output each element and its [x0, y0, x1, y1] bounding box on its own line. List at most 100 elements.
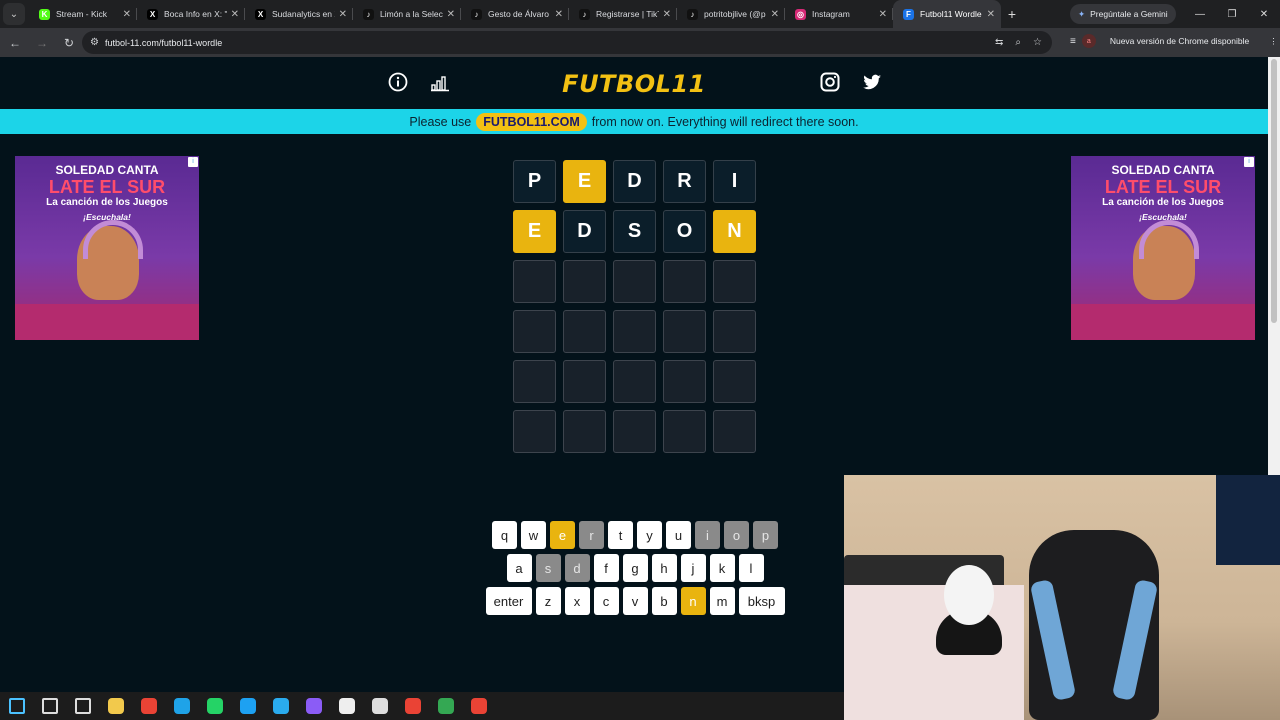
ad-left[interactable]: SOLEDAD CANTA LATE EL SUR La canción de …	[15, 156, 199, 340]
scrollbar-thumb[interactable]	[1271, 59, 1277, 323]
key-a[interactable]: a	[506, 554, 532, 582]
key-y[interactable]: y	[637, 521, 662, 549]
site-logo[interactable]: FUTBOL11	[0, 70, 1268, 98]
key-e[interactable]: e	[550, 521, 575, 549]
key-b[interactable]: b	[651, 587, 677, 615]
ad-line-2: LATE EL SUR	[1104, 177, 1222, 197]
banner-link-pill[interactable]: FUTBOL11.COM	[476, 112, 587, 131]
tab-close-icon[interactable]: ✕	[231, 9, 239, 20]
telegram-icon[interactable]	[264, 692, 297, 720]
browser-tab[interactable]: ♪ Registrarse | TikTo ✕	[569, 0, 677, 28]
tab-close-icon[interactable]: ✕	[555, 9, 563, 20]
capcut-icon[interactable]	[330, 692, 363, 720]
file-explorer-icon[interactable]	[99, 692, 132, 720]
ad-info-icon[interactable]: i	[1244, 157, 1254, 167]
chrome-profile-icon[interactable]	[396, 692, 429, 720]
chrome-update-button[interactable]: Nueva versión de Chrome disponible	[1110, 36, 1249, 46]
profile-avatar[interactable]: a	[1081, 34, 1096, 48]
key-j[interactable]: j	[680, 554, 706, 582]
tab-close-icon[interactable]: ✕	[123, 9, 131, 20]
tab-favicon-icon: F	[903, 8, 914, 20]
ad-right[interactable]: SOLEDAD CANTA LATE EL SUR La canción de …	[1071, 156, 1255, 340]
browser-tab[interactable]: X Sudanalytics en X: ✕	[245, 0, 353, 28]
back-button[interactable]: ←	[3, 36, 27, 50]
key-w[interactable]: w	[521, 521, 546, 549]
key-r[interactable]: r	[579, 521, 604, 549]
key-z[interactable]: z	[535, 587, 561, 615]
key-enter[interactable]: enter	[485, 587, 532, 615]
whatsapp-icon[interactable]	[198, 692, 231, 720]
key-x[interactable]: x	[564, 587, 590, 615]
zoom-icon[interactable]: ⌕	[1015, 37, 1021, 48]
key-bksp[interactable]: bksp	[738, 587, 785, 615]
key-v[interactable]: v	[622, 587, 648, 615]
gemini-button[interactable]: ✦ Pregúntale a Gemini	[1070, 4, 1176, 24]
key-c[interactable]: c	[593, 587, 619, 615]
browser-tab[interactable]: F Futbol11 Wordle ✕	[893, 0, 1001, 28]
obs-icon[interactable]	[363, 692, 396, 720]
windows-start-icon[interactable]	[0, 692, 33, 720]
browser-tab[interactable]: X Boca Info en X: "V ✕	[137, 0, 245, 28]
tab-close-icon[interactable]: ✕	[879, 9, 887, 20]
browser-tab[interactable]: ♪ Limón a la Selecc ✕	[353, 0, 461, 28]
edge-icon[interactable]	[165, 692, 198, 720]
browser-tab[interactable]: K Stream - Kick ✕	[29, 0, 137, 28]
ad-info-icon[interactable]: i	[188, 157, 198, 167]
tab-close-icon[interactable]: ✕	[987, 9, 995, 20]
key-g[interactable]: g	[622, 554, 648, 582]
key-i[interactable]: i	[695, 521, 720, 549]
ad-line-3: La canción de los Juegos	[1102, 197, 1224, 208]
twitter-icon[interactable]	[862, 72, 882, 92]
grid-tile	[713, 410, 756, 453]
key-q[interactable]: q	[492, 521, 517, 549]
key-n[interactable]: n	[680, 587, 706, 615]
instagram-icon[interactable]	[820, 72, 840, 92]
address-bar[interactable]: ⚙ futbol-11.com/futbol11-wordle ⇆ ⌕ ☆	[82, 31, 1052, 54]
task-view-icon[interactable]	[66, 692, 99, 720]
restore-icon[interactable]: ❐	[1216, 0, 1248, 28]
keyboard-row: asdfghjkl	[491, 554, 779, 582]
key-p[interactable]: p	[753, 521, 778, 549]
key-o[interactable]: o	[724, 521, 749, 549]
key-f[interactable]: f	[593, 554, 619, 582]
chrome-profile-icon[interactable]	[462, 692, 495, 720]
search-icon[interactable]	[33, 692, 66, 720]
new-tab-button[interactable]: +	[1001, 6, 1023, 22]
key-s[interactable]: s	[535, 554, 561, 582]
tab-title: Limón a la Selecc	[380, 9, 443, 19]
chrome-icon[interactable]	[132, 692, 165, 720]
key-t[interactable]: t	[608, 521, 633, 549]
key-h[interactable]: h	[651, 554, 677, 582]
bookmark-star-icon[interactable]: ☆	[1033, 37, 1042, 48]
forward-button[interactable]: →	[30, 36, 54, 50]
key-d[interactable]: d	[564, 554, 590, 582]
translate-icon[interactable]: ⇆	[995, 37, 1003, 48]
tab-close-icon[interactable]: ✕	[339, 9, 347, 20]
grid-tile	[513, 360, 556, 403]
minimize-icon[interactable]: —	[1184, 0, 1216, 28]
key-u[interactable]: u	[666, 521, 691, 549]
browser-tab[interactable]: ♪ Gesto de Álvaro M ✕	[461, 0, 569, 28]
media-controls-icon[interactable]: ≡	[1070, 36, 1076, 47]
tab-favicon-icon: ♪	[471, 8, 482, 20]
grid-tile: S	[613, 210, 656, 253]
close-window-icon[interactable]: ✕	[1248, 0, 1280, 28]
grid-tile	[563, 360, 606, 403]
twitter-icon[interactable]	[231, 692, 264, 720]
tab-close-icon[interactable]: ✕	[447, 9, 455, 20]
webcam-overlay	[844, 475, 1280, 720]
more-menu-icon[interactable]: ⋮	[1269, 36, 1278, 47]
tab-close-icon[interactable]: ✕	[663, 9, 671, 20]
tab-close-icon[interactable]: ✕	[771, 9, 779, 20]
site-info-icon[interactable]: ⚙	[90, 37, 99, 48]
browser-tab[interactable]: ♪ potritobjlive (@p ✕	[677, 0, 785, 28]
key-k[interactable]: k	[709, 554, 735, 582]
key-m[interactable]: m	[709, 587, 735, 615]
browser-tab[interactable]: ◎ Instagram ✕	[785, 0, 893, 28]
reload-button[interactable]: ↻	[57, 36, 81, 50]
messenger-icon[interactable]	[297, 692, 330, 720]
key-l[interactable]: l	[738, 554, 764, 582]
omnibox-actions: ⇆ ⌕ ☆	[995, 37, 1042, 48]
tab-search-button[interactable]: ⌄	[3, 3, 25, 25]
chrome-profile-icon[interactable]	[429, 692, 462, 720]
